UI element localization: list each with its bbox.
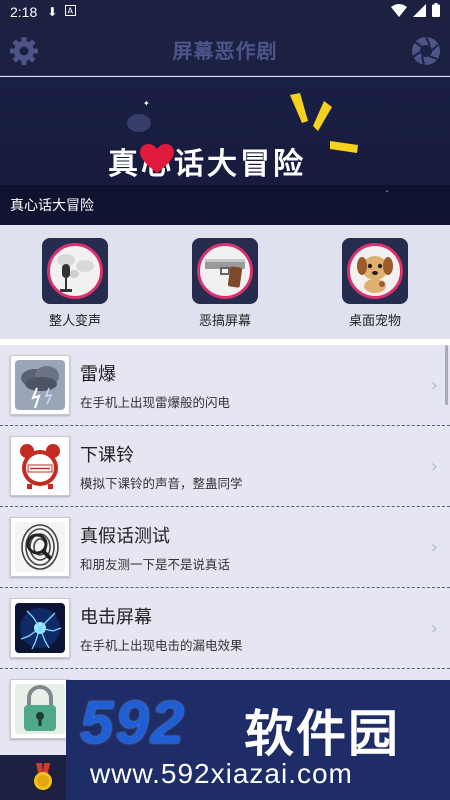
list-item-title: 下课铃 xyxy=(80,444,134,466)
banner-caption: 真心话大冒险 xyxy=(10,198,94,214)
signal-icon xyxy=(413,3,426,21)
watermark: 592 软件园 www.592xiazai.com xyxy=(66,680,450,800)
quick-action-label: 恶搞屏幕 xyxy=(198,314,251,329)
list-item-text: 电击屏幕 在手机上出现电击的漏电效果 xyxy=(80,603,243,654)
lock-icon xyxy=(15,684,65,734)
list-item-description: 在手机上出现雷爆般的闪电 xyxy=(80,394,231,410)
list-item-thunder[interactable]: 雷爆 在手机上出现雷爆般的闪电 › xyxy=(0,345,450,425)
banner-headline: 真心话大冒险 xyxy=(108,147,306,182)
list-item-text: 下课铃 模拟下课铃的声音，整蛊同学 xyxy=(80,441,243,492)
medal-badge-icon[interactable] xyxy=(30,763,56,791)
list-item-lie-test[interactable]: 真假话测试 和朋友测一下是不是说真话 › xyxy=(0,507,450,587)
svg-text:A: A xyxy=(68,7,74,16)
moon-icon xyxy=(127,114,151,132)
quick-actions: 整人变声 恶搞屏幕 桌面宠物 xyxy=(0,227,450,339)
watermark-brand: 软件园 xyxy=(244,705,400,763)
list-item-description: 模拟下课铃的声音，整蛊同学 xyxy=(80,475,243,491)
list-item-description: 在手机上出现电击的漏电效果 xyxy=(80,637,243,653)
heart-icon xyxy=(140,144,174,173)
status-bar: 2:18 ⬇ A xyxy=(0,0,450,24)
quick-action-voice-changer[interactable]: 整人变声 xyxy=(15,238,135,339)
battery-icon xyxy=(432,3,440,21)
list-item-electric-screen[interactable]: 电击屏幕 在手机上出现电击的漏电效果 › xyxy=(0,588,450,668)
list-item-text: 真假话测试 和朋友测一下是不是说真话 xyxy=(80,522,230,573)
scrollbar[interactable] xyxy=(445,345,448,405)
banner-caption-strip: 真心话大冒险 xyxy=(0,185,450,225)
quick-action-prank-screen[interactable]: 恶搞屏幕 xyxy=(165,238,285,339)
microphone-icon xyxy=(47,243,103,299)
list-item-thumbnail xyxy=(10,355,70,415)
banner[interactable]: ✦ ✦ 真心话大冒险 真心话大冒险 xyxy=(0,77,450,225)
watermark-number: 592 xyxy=(80,689,187,756)
gear-icon[interactable] xyxy=(8,35,40,67)
list-item-text: 雷爆 在手机上出现雷爆般的闪电 xyxy=(80,360,230,411)
list-item-thumbnail xyxy=(10,598,70,658)
pistol-icon xyxy=(197,243,253,299)
alarm-clock-icon xyxy=(15,441,65,491)
chevron-right-icon: › xyxy=(430,456,438,477)
storm-cloud-icon xyxy=(15,360,65,410)
chevron-right-icon: › xyxy=(430,375,438,396)
list-item-title: 电击屏幕 xyxy=(80,606,152,628)
list-item-title: 真假话测试 xyxy=(80,525,170,547)
list-item-class-bell[interactable]: 下课铃 模拟下课铃的声音，整蛊同学 › xyxy=(0,426,450,506)
page-title: 屏幕恶作剧 xyxy=(172,39,278,63)
quick-action-label: 整人变声 xyxy=(48,314,101,329)
chevron-right-icon: › xyxy=(430,537,438,558)
chevron-right-icon: › xyxy=(430,618,438,639)
quick-action-desktop-pet[interactable]: 桌面宠物 xyxy=(315,238,435,339)
quick-action-label: 桌面宠物 xyxy=(348,314,401,329)
app-bar: 屏幕恶作剧 xyxy=(0,24,450,76)
quick-action-icon-frame xyxy=(192,238,258,304)
puppy-icon xyxy=(347,243,403,299)
list-item-thumbnail xyxy=(10,517,70,577)
quick-action-icon-frame xyxy=(342,238,408,304)
list-item-title: 雷爆 xyxy=(80,363,116,385)
fingerprint-icon xyxy=(15,522,65,572)
quick-action-icon-frame xyxy=(42,238,108,304)
aperture-icon[interactable] xyxy=(410,35,442,67)
watermark-url: www.592xiazai.com xyxy=(90,758,353,789)
download-icon: ⬇ xyxy=(47,5,58,19)
wifi-icon xyxy=(391,3,407,21)
status-time: 2:18 xyxy=(10,4,38,20)
status-right xyxy=(391,3,440,21)
list-item-thumbnail xyxy=(10,436,70,496)
app-notification-icon: A xyxy=(65,5,77,19)
list-item-description: 和朋友测一下是不是说真话 xyxy=(80,556,231,572)
list-item-thumbnail xyxy=(10,679,70,739)
plasma-ball-icon xyxy=(15,603,65,653)
sparkle-icon: ✦ xyxy=(143,99,150,108)
